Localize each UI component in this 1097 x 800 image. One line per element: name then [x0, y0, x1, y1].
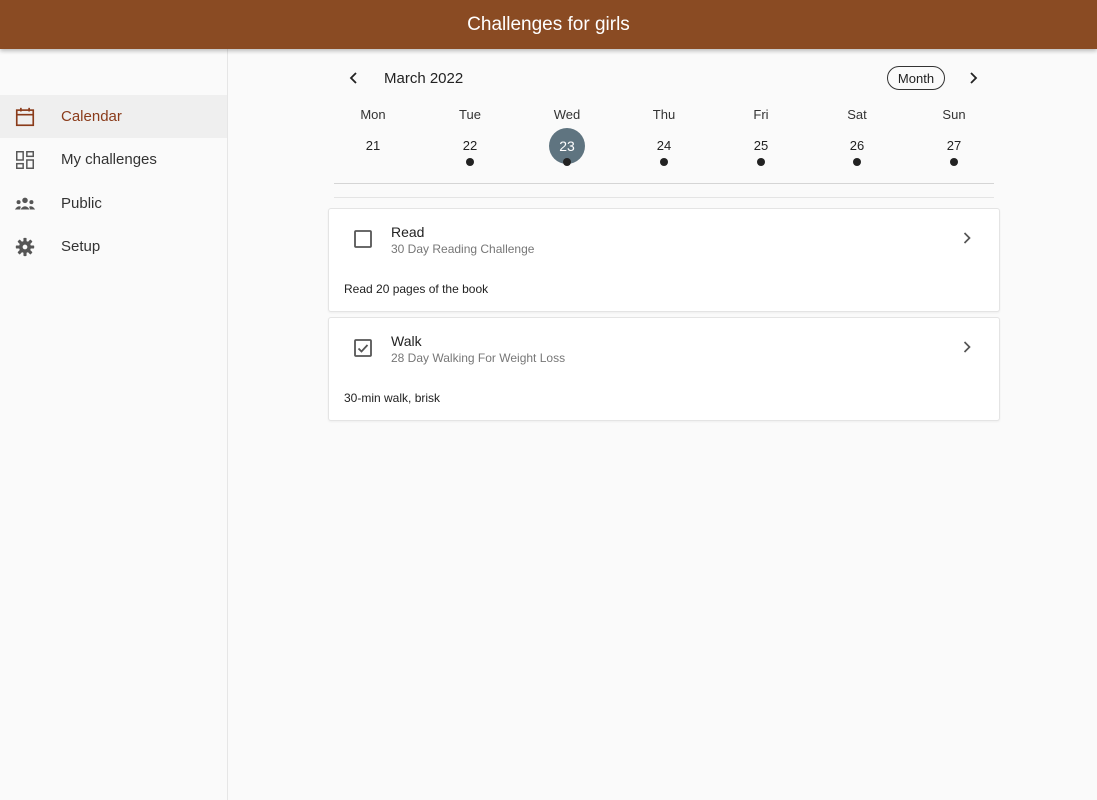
previous-month-button[interactable] [342, 66, 366, 90]
gear-icon [15, 237, 35, 256]
challenge-name: Read [391, 224, 425, 240]
next-month-button[interactable] [961, 66, 985, 90]
day-of-week: Thu [652, 107, 676, 122]
sidebar-item-label: Public [61, 195, 102, 212]
day-of-week: Sat [847, 107, 867, 122]
calendar-icon [15, 107, 35, 126]
sidebar-item-label: Setup [61, 238, 101, 255]
sidebar-item-my-challenges[interactable]: My challenges [0, 138, 227, 181]
list-divider [334, 197, 994, 198]
challenge-description: 30-min walk, brisk [344, 391, 441, 405]
day-cell[interactable]: Wed 23 [537, 104, 597, 174]
app-title: Challenges for girls [467, 13, 630, 35]
chevron-right-icon [970, 72, 978, 84]
challenge-subtitle: 30 Day Reading Challenge [391, 242, 535, 256]
challenge-card[interactable]: Read 30 Day Reading Challenge Read 20 pa… [328, 208, 1000, 312]
day-of-week: Fri [753, 107, 769, 122]
day-cell[interactable]: Thu 24 [634, 104, 694, 174]
week-row: Mon 21 Tue 22 Wed 23 Thu 24 Fri 25 Sat 2… [325, 104, 1005, 174]
event-marker [563, 158, 571, 166]
day-cell[interactable]: Fri 25 [731, 104, 791, 174]
sidebar: Calendar My challenges Public Setup [0, 49, 228, 800]
event-marker [466, 158, 474, 166]
app-bar: Challenges for girls [0, 0, 1097, 49]
day-of-week: Sun [942, 107, 966, 122]
sidebar-item-public[interactable]: Public [0, 182, 227, 225]
event-marker [950, 158, 958, 166]
day-of-week: Mon [360, 107, 386, 122]
sidebar-item-setup[interactable]: Setup [0, 225, 227, 268]
day-cell[interactable]: Sat 26 [827, 104, 887, 174]
dashboard-icon [16, 150, 34, 169]
calendar-header: March 2022 Month [340, 62, 990, 94]
checkbox-checked-icon[interactable] [353, 338, 373, 358]
challenge-subtitle: 28 Day Walking For Weight Loss [391, 351, 566, 365]
day-of-week: Tue [459, 107, 481, 122]
month-label: March 2022 [384, 70, 464, 87]
groups-icon [14, 197, 36, 209]
chevron-right-icon[interactable] [957, 228, 977, 248]
day-cell[interactable]: Mon 21 [343, 104, 403, 174]
day-cell[interactable]: Sun 27 [924, 104, 984, 174]
sidebar-item-label: My challenges [61, 151, 157, 168]
event-marker [660, 158, 668, 166]
event-marker [757, 158, 765, 166]
challenge-name: Walk [391, 333, 422, 349]
day-of-week: Wed [553, 107, 581, 122]
day-cell[interactable]: Tue 22 [440, 104, 500, 174]
view-format-button[interactable]: Month [887, 66, 945, 90]
challenge-card[interactable]: Walk 28 Day Walking For Weight Loss 30-m… [328, 317, 1000, 421]
challenge-description: Read 20 pages of the book [344, 282, 489, 296]
event-marker [853, 158, 861, 166]
sidebar-item-calendar[interactable]: Calendar [0, 95, 227, 138]
day-number[interactable]: 21 [355, 128, 391, 164]
sidebar-item-label: Calendar [61, 108, 122, 125]
chevron-left-icon [349, 72, 357, 84]
checkbox-unchecked-icon[interactable] [353, 229, 373, 249]
chevron-right-icon[interactable] [957, 337, 977, 357]
calendar-divider [334, 183, 994, 184]
